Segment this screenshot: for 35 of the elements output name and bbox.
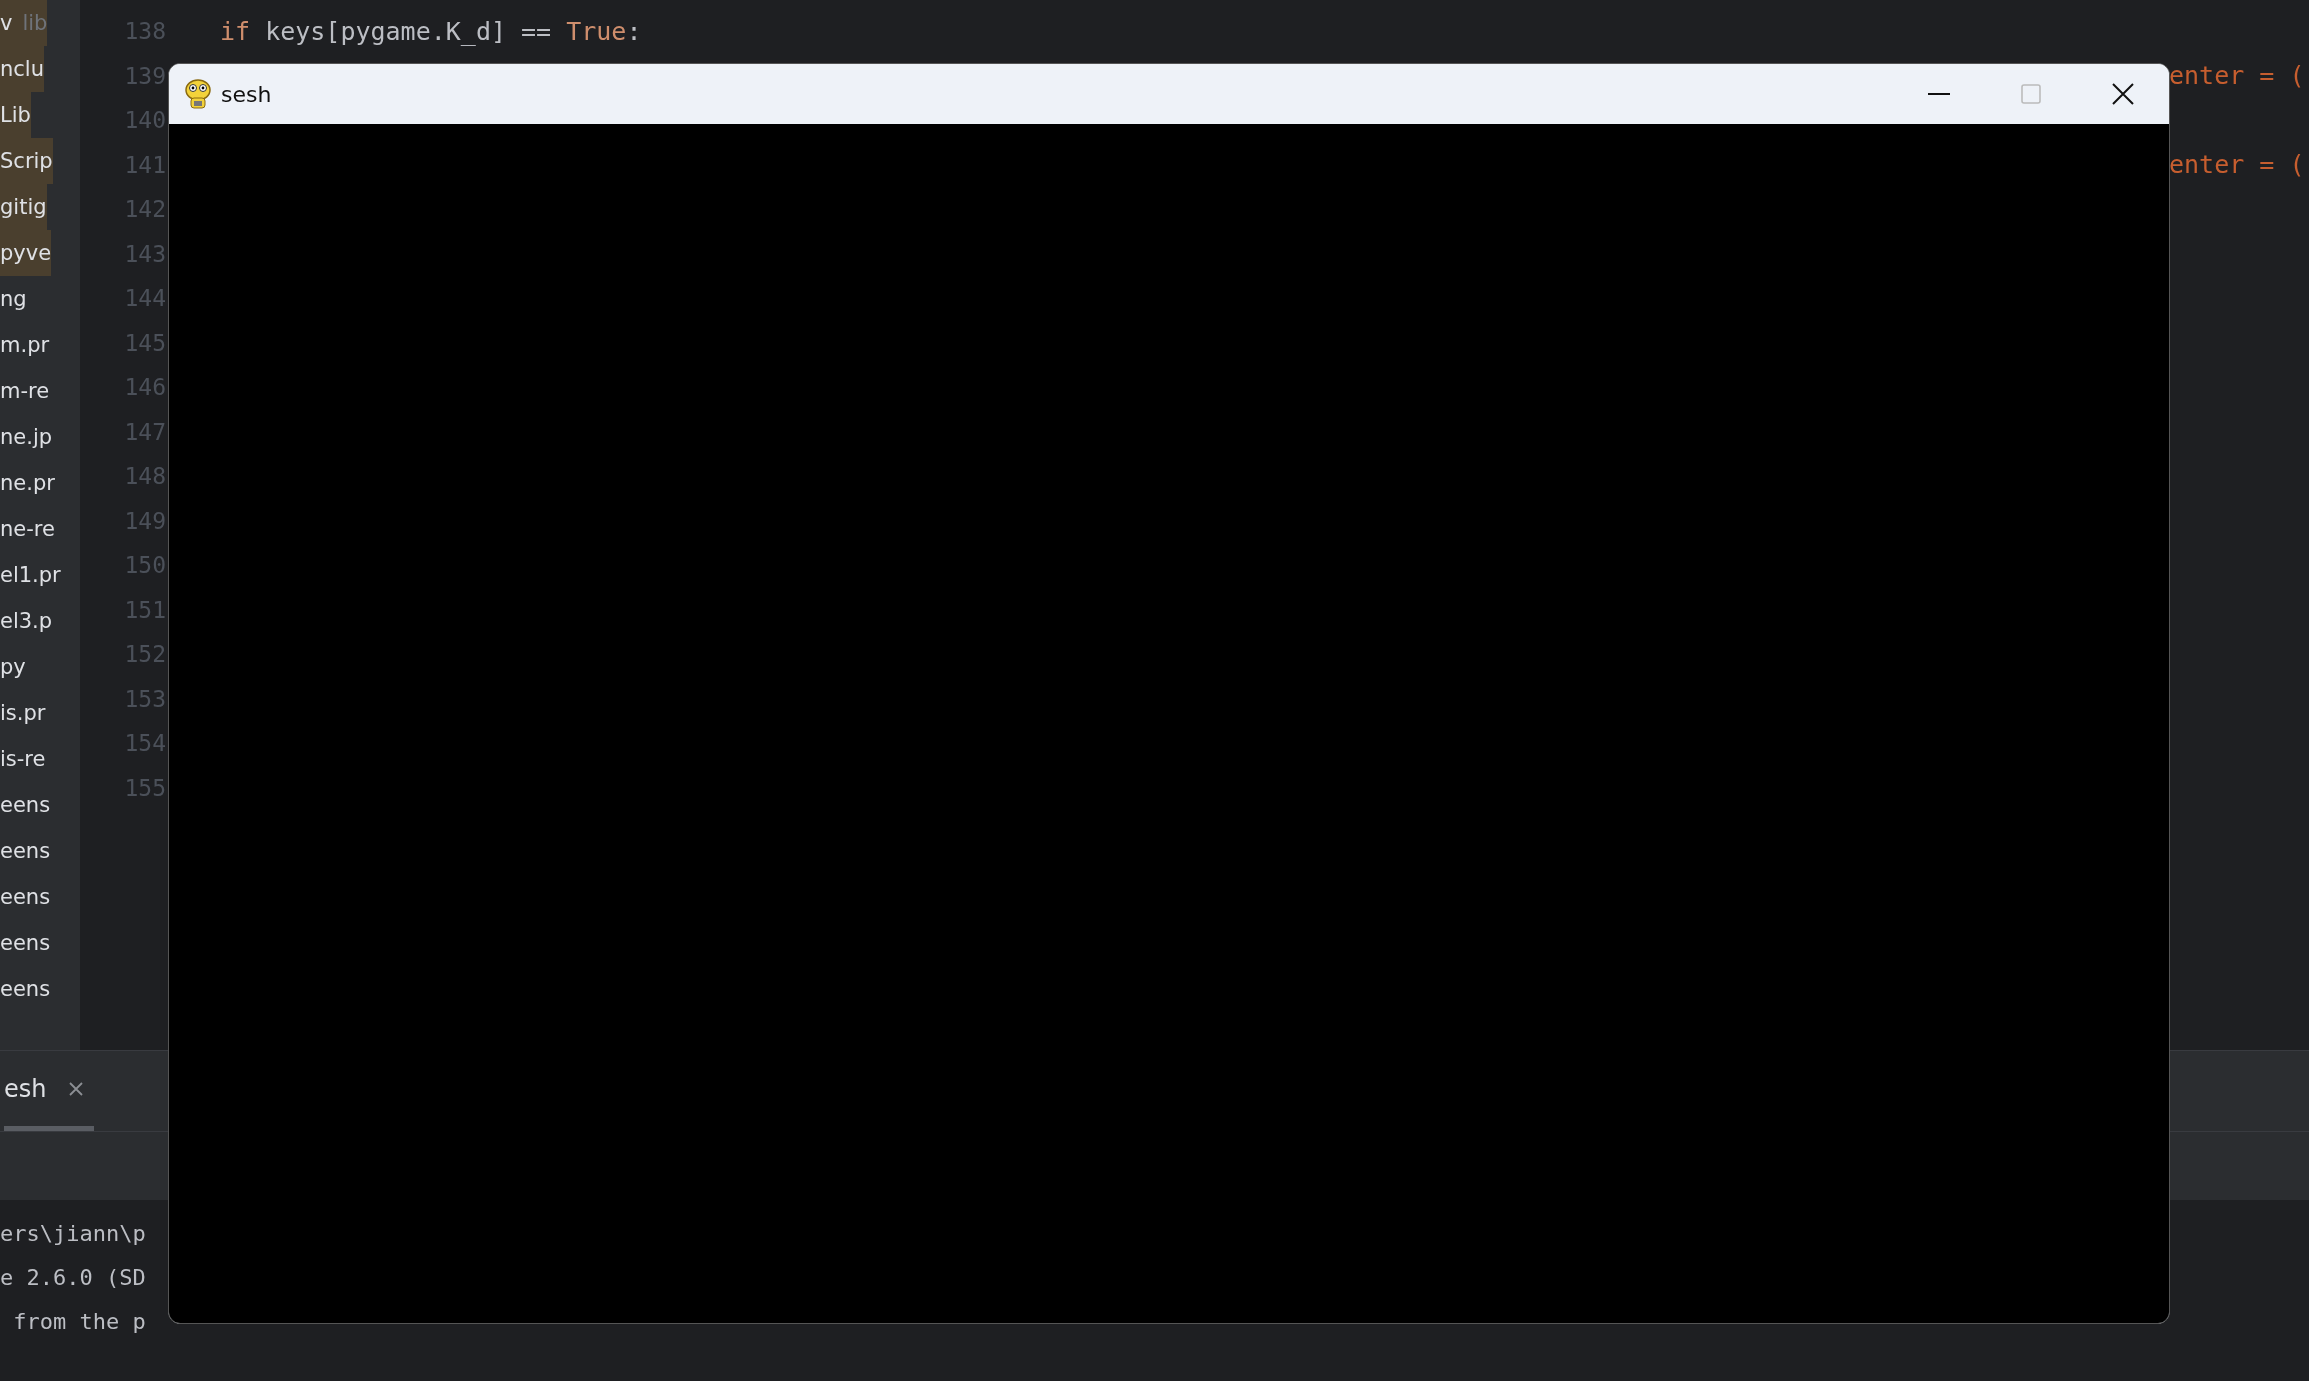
- close-icon[interactable]: [68, 1080, 85, 1097]
- file-tree-item[interactable]: v lib: [0, 0, 48, 46]
- file-tree-item[interactable]: eens: [0, 782, 51, 828]
- code-fragment: enter = (: [2169, 61, 2306, 91]
- file-tree-item[interactable]: nclu: [0, 46, 44, 92]
- close-icon: [2111, 82, 2135, 106]
- file-tree-item[interactable]: Lib: [0, 92, 31, 138]
- file-tree-item[interactable]: Scrip: [0, 138, 53, 184]
- console-line: from the p: [12, 1308, 146, 1336]
- file-tree-item[interactable]: is.pr: [0, 690, 46, 736]
- file-tree-item[interactable]: eens: [0, 966, 51, 1012]
- file-tree-item[interactable]: is-re: [0, 736, 46, 782]
- file-tree-item[interactable]: m-re: [0, 368, 50, 414]
- window-title: sesh: [221, 81, 272, 107]
- file-tree-item[interactable]: py: [0, 644, 26, 690]
- maximize-icon: [2020, 83, 2042, 105]
- file-tree-item[interactable]: m.pr: [0, 322, 50, 368]
- file-tree-item[interactable]: eens: [0, 874, 51, 920]
- console-line: ers\jiann\p: [0, 1220, 146, 1248]
- file-tree-item[interactable]: ne.pr: [0, 460, 55, 506]
- file-tree-item[interactable]: el3.p: [0, 598, 53, 644]
- file-tree-item[interactable]: eens: [0, 828, 51, 874]
- file-tree-item[interactable]: eens: [0, 920, 51, 966]
- minimize-icon: [1928, 93, 1950, 95]
- console-line: e 2.6.0 (SD: [0, 1264, 146, 1292]
- file-tree-item[interactable]: gitig: [0, 184, 47, 230]
- file-tree-item[interactable]: el1.pr: [0, 552, 61, 598]
- file-tree-item[interactable]: ne-re: [0, 506, 55, 552]
- code-fragment: enter = (: [2169, 150, 2306, 180]
- file-tree-item[interactable]: pyve: [0, 230, 52, 276]
- file-tree-item[interactable]: ne.jp: [0, 414, 53, 460]
- tree-hint: lib: [22, 11, 48, 35]
- code-line: if keys[pygame.K_d] == True:: [219, 16, 643, 46]
- file-tree-item[interactable]: ng: [0, 276, 27, 322]
- snake-icon: [183, 78, 213, 110]
